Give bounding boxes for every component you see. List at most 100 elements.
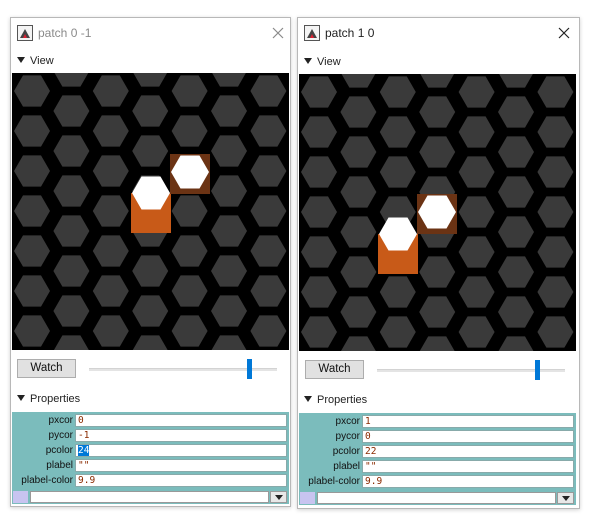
hex-cell bbox=[301, 196, 337, 228]
close-icon[interactable] bbox=[556, 25, 572, 41]
hex-cell bbox=[340, 96, 377, 128]
dropdown-icon[interactable] bbox=[557, 492, 574, 504]
hex-cell bbox=[92, 275, 129, 307]
property-label: pcolor bbox=[332, 446, 360, 457]
hex-cell bbox=[171, 235, 208, 267]
command-input[interactable] bbox=[317, 492, 556, 504]
hex-cell bbox=[14, 115, 50, 147]
hex-cell bbox=[498, 296, 534, 328]
hex-cell bbox=[301, 276, 337, 308]
hex-cell bbox=[250, 75, 287, 107]
hex-cell bbox=[250, 195, 287, 227]
property-value: 24 bbox=[78, 445, 90, 456]
netlogo-app-icon bbox=[17, 25, 33, 41]
properties-label: Properties bbox=[30, 393, 81, 405]
property-value-field[interactable]: "" bbox=[362, 460, 574, 473]
properties-section-header[interactable]: Properties bbox=[17, 393, 80, 405]
properties-label: Properties bbox=[317, 394, 368, 406]
hex-cell bbox=[379, 316, 416, 348]
hex-cell bbox=[537, 236, 574, 268]
hex-cell bbox=[458, 316, 495, 348]
hex-cell bbox=[301, 156, 337, 188]
hex-cell bbox=[419, 336, 455, 351]
window-title: patch 1 0 bbox=[325, 26, 375, 40]
property-value: "" bbox=[365, 461, 377, 472]
property-value-field[interactable]: 9.9 bbox=[75, 474, 287, 487]
hex-cell bbox=[458, 276, 495, 308]
hex-cell bbox=[14, 75, 50, 107]
hex-cell bbox=[250, 235, 287, 267]
patch-window-0: patch 0 -1 View Watch Properties pxcor 0 p… bbox=[10, 17, 291, 507]
property-value-field[interactable]: "" bbox=[75, 459, 287, 472]
hex-cell bbox=[458, 76, 495, 108]
hex-cell bbox=[498, 136, 534, 168]
hex-cell bbox=[250, 115, 287, 147]
property-label: pxcor bbox=[48, 415, 73, 426]
watch-button[interactable]: Watch bbox=[305, 360, 364, 379]
view-section-header[interactable]: View bbox=[304, 56, 341, 68]
hex-cell bbox=[211, 135, 247, 167]
hex-cell bbox=[419, 96, 456, 128]
zoom-slider-thumb[interactable] bbox=[246, 359, 252, 379]
property-label: pycor bbox=[335, 431, 360, 442]
hex-cell bbox=[419, 256, 456, 288]
window-title: patch 0 -1 bbox=[38, 26, 92, 40]
hex-cell bbox=[419, 296, 456, 328]
hex-cell bbox=[340, 256, 377, 288]
view-section-header[interactable]: View bbox=[17, 55, 54, 67]
hex-cell bbox=[211, 175, 247, 207]
hex-cell bbox=[379, 156, 416, 188]
hex-cell bbox=[498, 216, 534, 248]
triangle-down-icon bbox=[17, 57, 25, 64]
hex-cell bbox=[171, 115, 208, 147]
hex-cell bbox=[419, 136, 456, 168]
hex-cell bbox=[53, 295, 90, 327]
hex-cell bbox=[211, 95, 247, 127]
property-row-pxcor: pxcor 1 bbox=[299, 415, 576, 430]
property-value-field[interactable]: 9.9 bbox=[362, 475, 574, 488]
hex-grid bbox=[301, 74, 574, 351]
hex-cell bbox=[250, 275, 287, 307]
hex-cell bbox=[92, 235, 129, 267]
title-bar[interactable]: patch 0 -1 bbox=[11, 18, 290, 48]
hex-cell bbox=[92, 115, 129, 147]
hex-cell bbox=[498, 176, 534, 208]
hex-cell bbox=[498, 96, 534, 128]
hex-cell bbox=[458, 196, 495, 228]
property-value-field[interactable]: 0 bbox=[362, 430, 574, 443]
hex-cell bbox=[53, 135, 90, 167]
hex-cell bbox=[340, 336, 376, 351]
view-label: View bbox=[30, 55, 54, 67]
property-label: plabel bbox=[46, 460, 73, 471]
hex-cell bbox=[53, 255, 90, 287]
zoom-slider-thumb[interactable] bbox=[534, 360, 540, 380]
close-icon[interactable] bbox=[270, 25, 286, 41]
dropdown-icon[interactable] bbox=[270, 491, 287, 503]
hex-cell bbox=[211, 335, 247, 350]
hex-cell bbox=[458, 116, 495, 148]
property-value-field[interactable]: 1 bbox=[362, 415, 574, 428]
watch-button[interactable]: Watch bbox=[17, 359, 76, 378]
properties-section-header[interactable]: Properties bbox=[304, 394, 367, 406]
property-value: -1 bbox=[78, 430, 90, 441]
property-value-field[interactable]: -1 bbox=[75, 429, 287, 442]
hex-cell bbox=[212, 73, 246, 87]
color-swatch bbox=[300, 492, 315, 504]
property-label: plabel-color bbox=[21, 475, 73, 486]
hex-cell bbox=[54, 73, 89, 87]
property-value: 9.9 bbox=[78, 475, 96, 486]
hex-cell bbox=[171, 315, 208, 347]
property-value: "" bbox=[78, 460, 90, 471]
title-bar[interactable]: patch 1 0 bbox=[298, 18, 579, 48]
property-value-field[interactable]: 0 bbox=[75, 414, 287, 427]
command-input[interactable] bbox=[30, 491, 269, 503]
property-value-field[interactable]: 22 bbox=[362, 445, 574, 458]
property-value-field[interactable]: 24 bbox=[75, 444, 287, 457]
property-value: 1 bbox=[365, 416, 371, 427]
hex-cell bbox=[301, 236, 337, 268]
property-label: pxcor bbox=[335, 416, 360, 427]
hex-cell bbox=[211, 255, 247, 287]
property-row-plabel-color: plabel-color 9.9 bbox=[299, 475, 576, 490]
hex-cell bbox=[132, 135, 169, 167]
hex-cell bbox=[171, 275, 208, 307]
